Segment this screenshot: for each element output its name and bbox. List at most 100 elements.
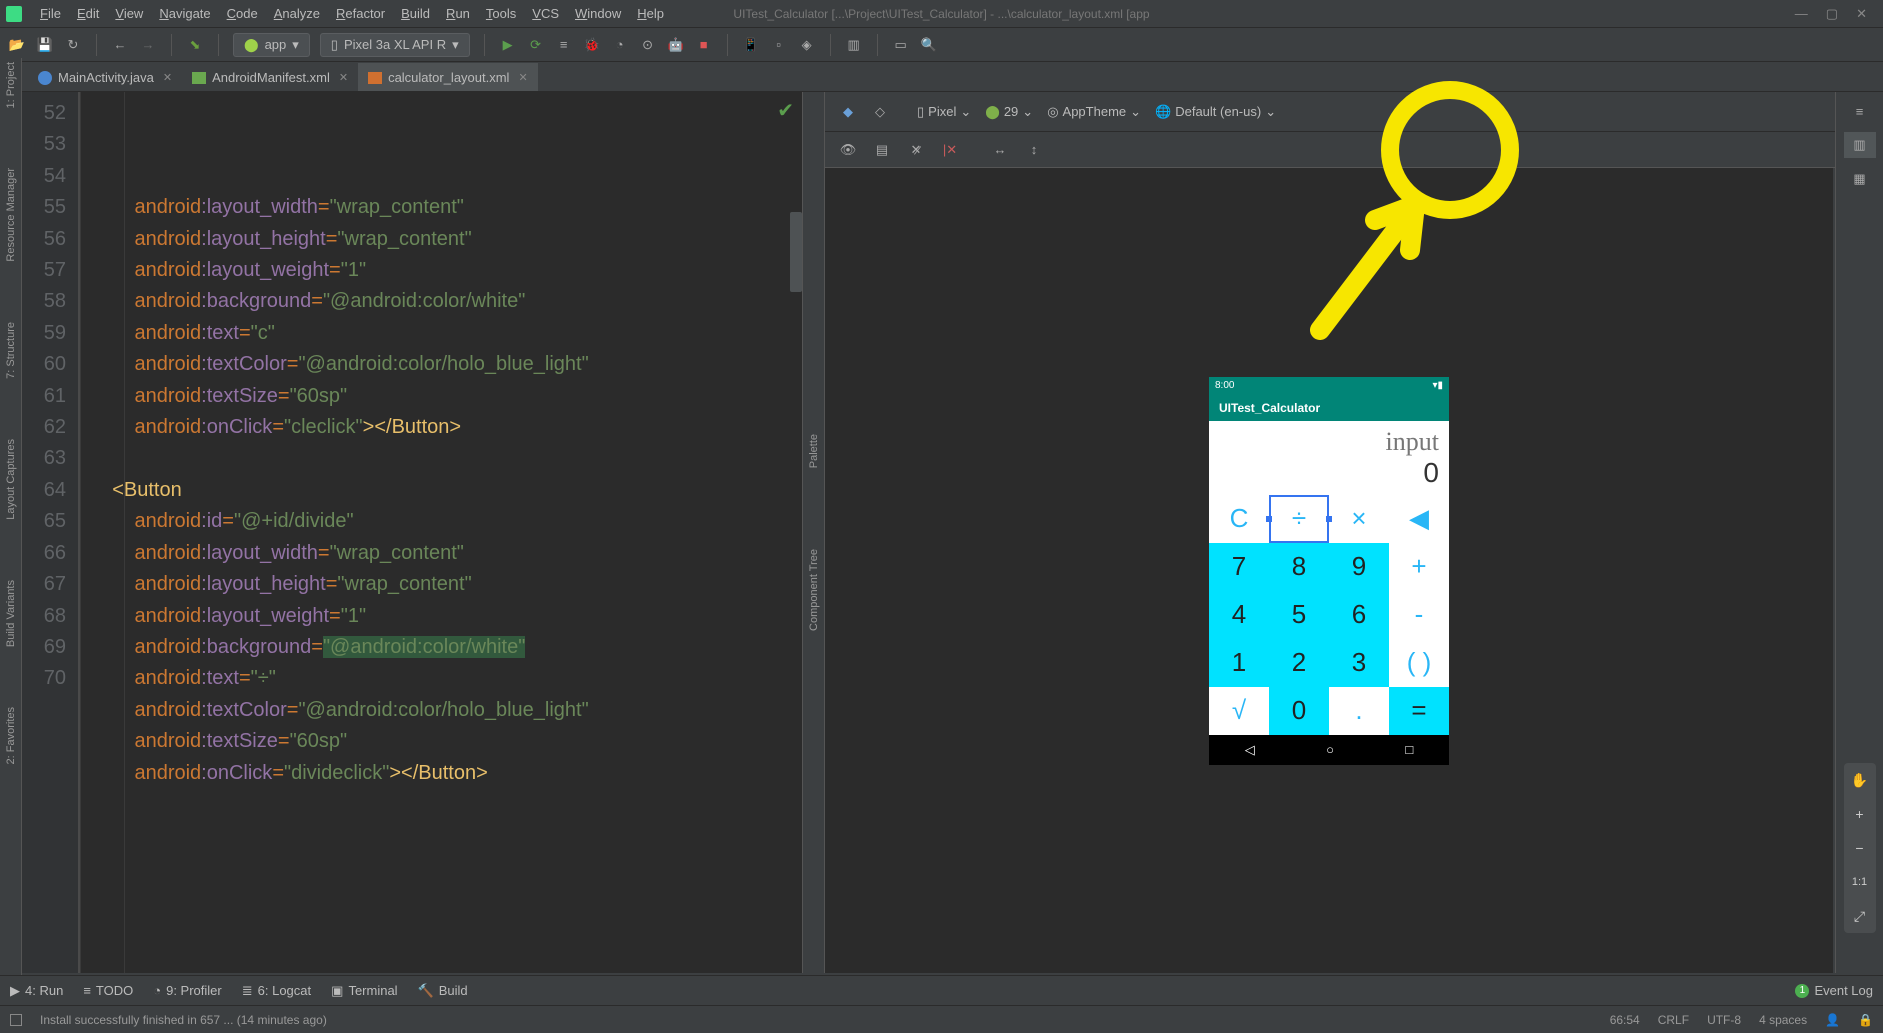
menu-vcs[interactable]: VCS xyxy=(524,3,567,24)
cube-icon[interactable]: ◈ xyxy=(798,36,816,54)
tool-window-icon[interactable] xyxy=(10,1014,22,1026)
tool-window-4-run[interactable]: ▶4: Run xyxy=(10,983,63,999)
menu-code[interactable]: Code xyxy=(219,3,266,24)
caret-position[interactable]: 66:54 xyxy=(1610,1013,1640,1027)
expand-h-icon[interactable]: ↔ xyxy=(991,141,1009,159)
run-icon[interactable]: ▶ xyxy=(499,36,517,54)
stop-icon[interactable]: ■ xyxy=(695,36,713,54)
close-tab-icon[interactable]: ✕ xyxy=(339,71,348,84)
menu-build[interactable]: Build xyxy=(393,3,438,24)
encoding[interactable]: UTF-8 xyxy=(1707,1013,1741,1027)
calc-key--[interactable]: - xyxy=(1389,591,1449,639)
sync-icon[interactable]: ↻ xyxy=(64,36,82,54)
device-selector[interactable]: ▯ Pixel 3a XL API R ▾ xyxy=(320,33,470,57)
menu-help[interactable]: Help xyxy=(629,3,672,24)
tool-window-7-structure[interactable]: 7: Structure xyxy=(5,322,17,379)
device-dropdown[interactable]: ▯Pixel⌄ xyxy=(917,104,971,120)
tool-window-build[interactable]: 🔨Build xyxy=(418,983,468,999)
scrollbar-thumb[interactable] xyxy=(790,212,802,292)
event-log-button[interactable]: 1Event Log xyxy=(1795,983,1873,998)
calc-key-1[interactable]: 1 xyxy=(1209,639,1269,687)
zoom-reset-icon[interactable]: ⤢ xyxy=(1844,899,1876,933)
sdk-icon[interactable]: ▫ xyxy=(770,36,788,54)
zoom-fit-icon[interactable]: 1:1 xyxy=(1844,865,1876,899)
line-ending[interactable]: CRLF xyxy=(1658,1013,1689,1027)
code-editor[interactable]: ✔ 52535455565758596061626364656667686970… xyxy=(22,92,802,973)
nav-back-icon[interactable]: ◁ xyxy=(1245,742,1255,758)
save-icon[interactable]: 💾 xyxy=(36,36,54,54)
calc-key-×[interactable]: × xyxy=(1329,495,1389,543)
clear-constraints-icon[interactable]: |✕ xyxy=(941,141,959,159)
layers-icon[interactable]: ◆ xyxy=(839,103,857,121)
indent-info[interactable]: 4 spaces xyxy=(1759,1013,1807,1027)
calc-key-5[interactable]: 5 xyxy=(1269,591,1329,639)
attach-icon[interactable]: ⊙ xyxy=(639,36,657,54)
avd-icon[interactable]: 📱 xyxy=(742,36,760,54)
calc-key-8[interactable]: 8 xyxy=(1269,543,1329,591)
menu-analyze[interactable]: Analyze xyxy=(266,3,328,24)
calc-key-7[interactable]: 7 xyxy=(1209,543,1269,591)
design-mode-icon[interactable]: ▦ xyxy=(1844,166,1876,192)
menu-tools[interactable]: Tools xyxy=(478,3,524,24)
open-icon[interactable]: 📂 xyxy=(8,36,26,54)
android-bug-icon[interactable]: 🤖 xyxy=(667,36,685,54)
locale-dropdown[interactable]: 🌐Default (en-us)⌄ xyxy=(1155,104,1276,120)
search-everywhere-icon[interactable]: 🔍 xyxy=(920,36,938,54)
panel-component-tree[interactable]: Component Tree xyxy=(808,549,820,631)
tool-window-build-variants[interactable]: Build Variants xyxy=(5,580,17,647)
pan-icon[interactable]: ✋ xyxy=(1844,763,1876,797)
close-window-icon[interactable]: ✕ xyxy=(1856,6,1867,22)
nav-home-icon[interactable]: ○ xyxy=(1326,742,1334,757)
split-mode-icon[interactable]: ▥ xyxy=(1844,132,1876,158)
menu-refactor[interactable]: Refactor xyxy=(328,3,393,24)
calc-key-◀[interactable]: ◀ xyxy=(1389,495,1449,543)
layout-icon[interactable]: ▥ xyxy=(845,36,863,54)
tab-calculator_layout-xml[interactable]: calculator_layout.xml✕ xyxy=(358,63,538,91)
zoom-out-icon[interactable]: − xyxy=(1844,831,1876,865)
tool-window-todo[interactable]: ≡TODO xyxy=(83,983,133,998)
tool-window-terminal[interactable]: ▣Terminal xyxy=(331,983,397,999)
close-tab-icon[interactable]: ✕ xyxy=(518,71,527,84)
autoconnect-icon[interactable]: ✕̷ xyxy=(907,141,925,159)
calc-key-3[interactable]: 3 xyxy=(1329,639,1389,687)
menu-window[interactable]: Window xyxy=(567,3,629,24)
screen-icon[interactable]: ▭ xyxy=(892,36,910,54)
bug-icon[interactable]: 🐞 xyxy=(583,36,601,54)
back-icon[interactable]: ← xyxy=(111,36,129,54)
calc-key-÷[interactable]: ÷ xyxy=(1269,495,1329,543)
tool-window-layout-captures[interactable]: Layout Captures xyxy=(5,439,17,520)
calc-key-+[interactable]: + xyxy=(1389,543,1449,591)
api-dropdown[interactable]: ⬤29⌄ xyxy=(985,104,1033,120)
forward-icon[interactable]: → xyxy=(139,36,157,54)
inspector-icon[interactable]: 👤 xyxy=(1825,1013,1840,1027)
tab-androidmanifest-xml[interactable]: AndroidManifest.xml✕ xyxy=(182,63,358,91)
tool-window-6-logcat[interactable]: ≣6: Logcat xyxy=(242,983,311,999)
profile-icon[interactable]: ◔ xyxy=(611,36,629,54)
debug-icon[interactable]: ≡ xyxy=(555,36,573,54)
calc-key-6[interactable]: 6 xyxy=(1329,591,1389,639)
calc-key-√[interactable]: √ xyxy=(1209,687,1269,735)
orientation-icon[interactable]: ◇ xyxy=(871,103,889,121)
code-mode-icon[interactable]: ≡ xyxy=(1844,98,1876,124)
calc-key-=[interactable]: = xyxy=(1389,687,1449,735)
tool-window-9-profiler[interactable]: ◔9: Profiler xyxy=(153,983,222,998)
build-icon[interactable]: ⬊ xyxy=(186,36,204,54)
apply-changes-icon[interactable]: ⟳ xyxy=(527,36,545,54)
lock-icon[interactable]: 🔒 xyxy=(1858,1013,1873,1027)
calc-key-.[interactable]: . xyxy=(1329,687,1389,735)
maximize-icon[interactable]: ▢ xyxy=(1826,6,1838,22)
calc-key-( )[interactable]: ( ) xyxy=(1389,639,1449,687)
preview-canvas[interactable]: 8:00 ▾▮ UITest_Calculator input 0 C÷×◀78… xyxy=(825,168,1833,973)
code-area[interactable]: android:layout_width="wrap_content" andr… xyxy=(80,92,589,973)
minimize-icon[interactable]: — xyxy=(1795,6,1808,22)
blueprint-icon[interactable]: ▤ xyxy=(873,141,891,159)
nav-recent-icon[interactable]: □ xyxy=(1405,742,1413,757)
menu-edit[interactable]: Edit xyxy=(69,3,107,24)
expand-v-icon[interactable]: ↕ xyxy=(1025,141,1043,159)
close-tab-icon[interactable]: ✕ xyxy=(163,71,172,84)
tab-mainactivity-java[interactable]: MainActivity.java✕ xyxy=(28,63,182,91)
panel-palette[interactable]: Palette xyxy=(808,434,820,468)
eye-icon[interactable]: 👁 xyxy=(839,141,857,159)
tool-window-resource-manager[interactable]: Resource Manager xyxy=(5,168,17,262)
calc-key-0[interactable]: 0 xyxy=(1269,687,1329,735)
